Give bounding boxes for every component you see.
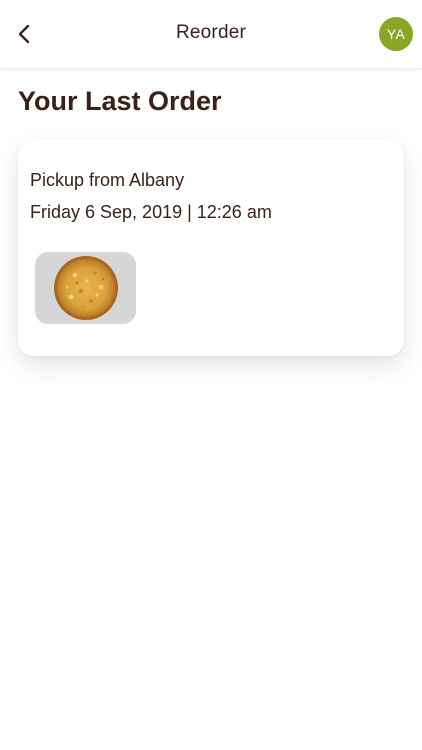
top-bar: Reorder YA [0, 0, 422, 69]
order-item-thumbnail [35, 252, 136, 324]
page-title: Your Last Order [18, 86, 222, 116]
avatar[interactable]: YA [379, 17, 413, 51]
pizza-image [53, 256, 118, 320]
last-order-card[interactable]: Pickup from Albany Friday 6 Sep, 2019 | … [18, 140, 404, 356]
order-datetime: Friday 6 Sep, 2019 | 12:26 am [30, 202, 272, 222]
pickup-location: Pickup from Albany [30, 170, 185, 190]
page-header-title: Reorder [175, 22, 247, 43]
